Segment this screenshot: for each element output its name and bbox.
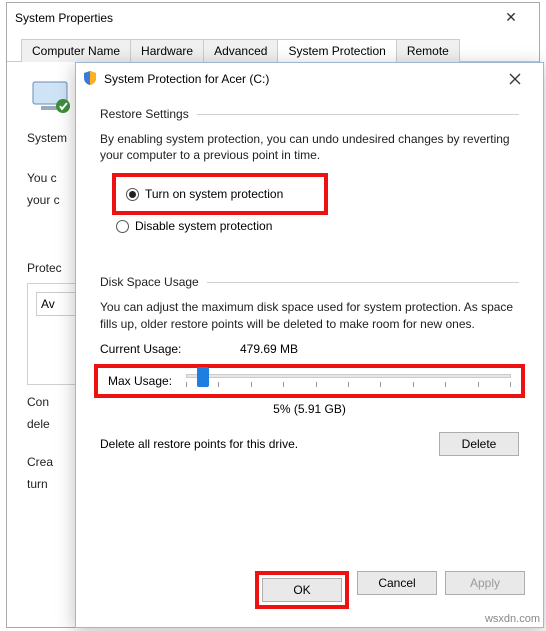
- slider-thumb-icon: [197, 367, 209, 387]
- close-button[interactable]: [495, 67, 535, 91]
- divider: [197, 114, 519, 115]
- close-icon: [509, 73, 521, 85]
- radio-off-icon: [116, 220, 129, 233]
- apply-button[interactable]: Apply: [445, 571, 525, 595]
- watermark: wsxdn.com: [485, 613, 540, 625]
- max-usage-value: 5% (5.91 GB): [100, 402, 519, 416]
- radio-on-label: Turn on system protection: [145, 187, 283, 201]
- restore-settings-label: Restore Settings: [100, 107, 189, 121]
- cancel-button[interactable]: Cancel: [357, 571, 437, 595]
- ok-button[interactable]: OK: [262, 578, 342, 602]
- cancel-button-label: Cancel: [378, 576, 415, 590]
- bg-title: System Properties: [15, 11, 113, 25]
- bg-tabs: Computer Name Hardware Advanced System P…: [7, 38, 539, 62]
- tab-remote[interactable]: Remote: [396, 39, 460, 62]
- divider: [207, 282, 519, 283]
- dlg-title: System Protection for Acer (C:): [104, 72, 269, 86]
- apply-button-label: Apply: [470, 576, 500, 590]
- highlight-ok: OK: [255, 571, 349, 609]
- tab-advanced[interactable]: Advanced: [203, 39, 278, 62]
- delete-button-label: Delete: [462, 437, 497, 451]
- tab-hardware[interactable]: Hardware: [130, 39, 204, 62]
- restore-desc: By enabling system protection, you can u…: [100, 131, 519, 163]
- disk-usage-header: Disk Space Usage: [100, 275, 519, 289]
- disk-desc: You can adjust the maximum disk space us…: [100, 299, 519, 331]
- highlight-turn-on: Turn on system protection: [112, 173, 328, 215]
- bg-titlebar: System Properties ✕: [7, 3, 539, 32]
- current-usage-row: Current Usage: 479.69 MB: [100, 342, 519, 356]
- dlg-titlebar: System Protection for Acer (C:): [76, 63, 543, 95]
- restore-settings-header: Restore Settings: [100, 107, 519, 121]
- current-usage-value: 479.69 MB: [240, 342, 298, 356]
- dlg-body: Restore Settings By enabling system prot…: [76, 95, 543, 466]
- radio-disable-row[interactable]: Disable system protection: [116, 219, 519, 233]
- max-usage-label: Max Usage:: [108, 374, 172, 388]
- radio-on-icon: [126, 188, 139, 201]
- max-usage-row: Max Usage:: [108, 374, 511, 388]
- current-usage-label: Current Usage:: [100, 342, 200, 356]
- disk-usage-label: Disk Space Usage: [100, 275, 199, 289]
- shield-icon: [82, 70, 98, 89]
- dialog-button-row: OK Cancel Apply: [76, 559, 543, 621]
- system-protection-dialog: System Protection for Acer (C:) Restore …: [75, 62, 544, 628]
- slider-ticks: [186, 382, 511, 387]
- ok-button-label: OK: [293, 583, 310, 597]
- delete-row: Delete all restore points for this drive…: [100, 432, 519, 456]
- tab-computer-name[interactable]: Computer Name: [21, 39, 131, 62]
- delete-desc: Delete all restore points for this drive…: [100, 437, 298, 451]
- highlight-max-usage: Max Usage:: [94, 364, 525, 398]
- radio-off-label: Disable system protection: [135, 219, 272, 233]
- bg-close-button[interactable]: ✕: [491, 9, 531, 26]
- radio-turn-on-row[interactable]: Turn on system protection: [126, 187, 314, 201]
- max-usage-slider[interactable]: [186, 374, 511, 387]
- delete-button[interactable]: Delete: [439, 432, 519, 456]
- tab-system-protection[interactable]: System Protection: [277, 39, 396, 62]
